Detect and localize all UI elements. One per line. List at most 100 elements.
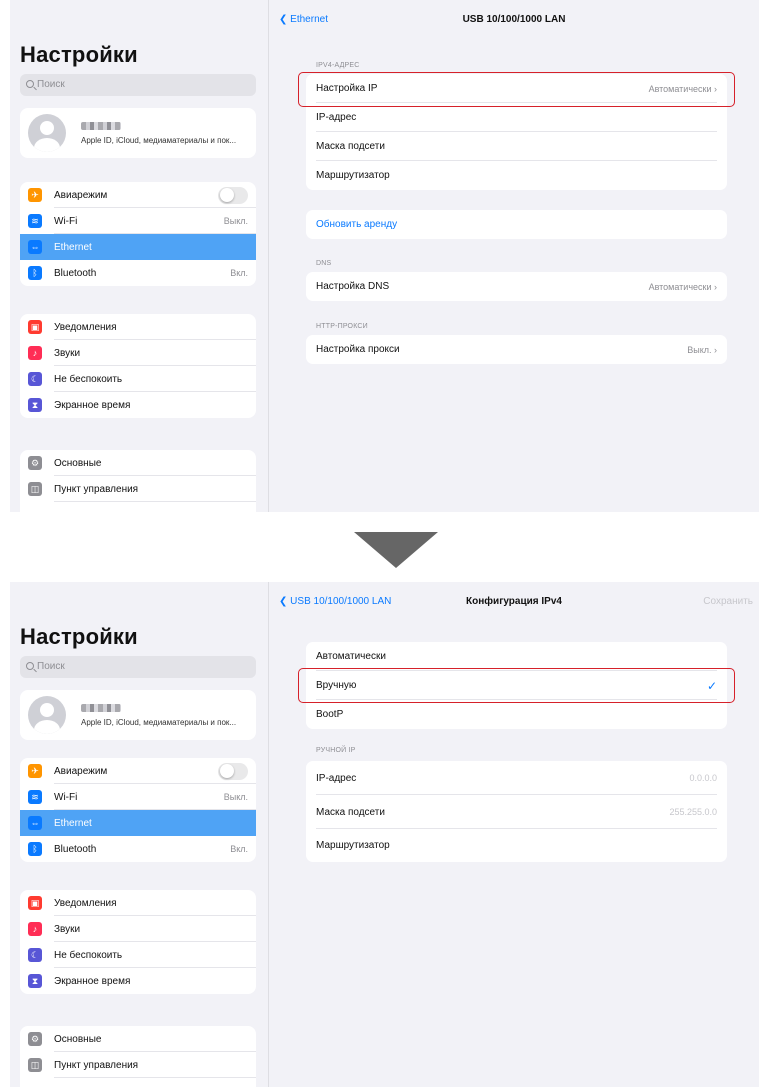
sounds-icon: ♪ <box>28 346 42 360</box>
manual-ip-group: IP-адрес 0.0.0.0 Маска подсети 255.255.0… <box>306 761 727 862</box>
option-label: Автоматически <box>316 651 386 662</box>
avatar <box>28 114 66 152</box>
sidebar-item-dnd[interactable]: ☾ Не беспокоить <box>20 942 256 968</box>
avatar <box>28 696 66 734</box>
notifications-icon: ▣ <box>28 320 42 334</box>
page-title: USB 10/100/1000 LAN <box>462 14 566 25</box>
row-label: Маска подсети <box>316 806 385 818</box>
router-field[interactable]: Маршрутизатор <box>306 829 727 862</box>
gear-icon: ⚙ <box>28 1032 42 1046</box>
sidebar-item-label: Ethernet <box>54 241 92 253</box>
sidebar-item-bluetooth[interactable]: ᛒ Bluetooth Вкл. <box>20 836 256 862</box>
search-placeholder: Поиск <box>37 79 65 90</box>
sidebar-item-control-center[interactable]: ◫ Пункт управления <box>20 476 256 502</box>
sidebar-item-label: Экранное время <box>54 975 131 987</box>
row-label: IP-адрес <box>316 112 357 123</box>
apple-id-card[interactable]: Apple ID, iCloud, медиаматериалы и пок..… <box>20 108 256 158</box>
screenshot-after: Настройки Поиск Apple ID, iCloud, медиам… <box>10 582 759 1087</box>
sidebar-item-control-center[interactable]: ◫ Пункт управления <box>20 1052 256 1078</box>
apple-id-subtitle: Apple ID, iCloud, медиаматериалы и пок..… <box>81 136 237 145</box>
airplane-toggle[interactable] <box>218 186 248 204</box>
airplane-toggle[interactable] <box>218 762 248 780</box>
renew-lease-label: Обновить аренду <box>316 219 398 230</box>
apple-id-subtitle: Apple ID, iCloud, медиаматериалы и пок..… <box>81 718 237 727</box>
wifi-icon: ≋ <box>28 214 42 228</box>
wifi-status: Выкл. <box>223 792 248 802</box>
sidebar-item-bluetooth[interactable]: ᛒ Bluetooth Вкл. <box>20 260 256 286</box>
sidebar-item-notifications[interactable]: ▣ Уведомления <box>20 314 256 340</box>
row-label: Маршрутизатор <box>316 170 390 181</box>
search-icon <box>26 662 34 670</box>
search-field[interactable]: Поиск <box>20 656 256 678</box>
sidebar-item-label: Уведомления <box>54 897 117 909</box>
sidebar-item-label: Пункт управления <box>54 1059 139 1071</box>
navigation-bar: ❮ USB 10/100/1000 LAN Конфигурация IPv4 … <box>269 582 759 622</box>
manual-ip-section-header: РУЧНОЙ IP <box>316 747 356 754</box>
ip-address-field[interactable]: IP-адрес 0.0.0.0 <box>306 761 727 795</box>
navigation-bar: ❮ Ethernet USB 10/100/1000 LAN <box>269 0 759 40</box>
sidebar-item-wifi[interactable]: ≋ Wi-Fi Выкл. <box>20 208 256 234</box>
hourglass-icon: ⧗ <box>28 974 42 988</box>
row-label: Настройка DNS <box>316 281 390 292</box>
configure-proxy-row[interactable]: Настройка прокси Выкл. › <box>306 335 727 364</box>
sidebar-item-label: Не беспокоить <box>54 373 123 385</box>
bluetooth-status: Вкл. <box>230 844 248 854</box>
sidebar-item-label: Звуки <box>54 923 81 935</box>
sidebar-item-airplane[interactable]: ✈ Авиарежим <box>20 758 256 784</box>
sidebar-item-label: Не беспокоить <box>54 949 123 961</box>
notifications-icon: ▣ <box>28 896 42 910</box>
settings-sidebar: Настройки Поиск Apple ID, iCloud, медиам… <box>10 582 269 1087</box>
blurred-account-name <box>81 122 121 130</box>
bluetooth-status: Вкл. <box>230 268 248 278</box>
subnet-mask-placeholder: 255.255.0.0 <box>669 807 717 817</box>
page-title: Конфигурация IPv4 <box>466 596 562 607</box>
renew-lease-button[interactable]: Обновить аренду <box>306 210 727 239</box>
sidebar-item-sounds[interactable]: ♪ Звуки <box>20 916 256 942</box>
option-automatic[interactable]: Автоматически <box>306 642 727 671</box>
configure-dns-row[interactable]: Настройка DNS Автоматически › <box>306 272 727 301</box>
airplane-icon: ✈ <box>28 188 42 202</box>
sidebar-item-ethernet[interactable]: ⇔ Ethernet <box>20 234 256 260</box>
subnet-mask-field[interactable]: Маска подсети 255.255.0.0 <box>306 795 727 829</box>
bluetooth-icon: ᛒ <box>28 266 42 280</box>
search-icon <box>26 80 34 88</box>
ethernet-icon: ⇔ <box>28 240 42 254</box>
save-button[interactable]: Сохранить <box>703 596 753 607</box>
sidebar-item-label: Основные <box>54 457 102 469</box>
blurred-account-name <box>81 704 121 712</box>
sidebar-item-screen-time[interactable]: ⧗ Экранное время <box>20 968 256 994</box>
sidebar-item-sounds[interactable]: ♪ Звуки <box>20 340 256 366</box>
sidebar-title: Настройки <box>20 624 138 649</box>
sidebar-group-connectivity: ✈ Авиарежим ≋ Wi-Fi Выкл. ⇔ Ethernet ᛒ B… <box>20 182 256 286</box>
row-value: Автоматически › <box>648 281 717 292</box>
sidebar-item-label: Основные <box>54 1033 102 1045</box>
control-center-icon: ◫ <box>28 482 42 496</box>
chevron-right-icon: › <box>714 281 717 292</box>
sidebar-item-label: Авиарежим <box>54 189 108 201</box>
row-label: Маршрутизатор <box>316 840 390 851</box>
detail-pane: ❮ Ethernet USB 10/100/1000 LAN IPV4-АДРЕ… <box>269 0 759 512</box>
sidebar-item-general[interactable]: ⚙ Основные <box>20 450 256 476</box>
option-bootp[interactable]: BootP <box>306 700 727 729</box>
sidebar-item-notifications[interactable]: ▣ Уведомления <box>20 890 256 916</box>
subnet-mask-row: Маска подсети <box>306 132 727 161</box>
search-field[interactable]: Поиск <box>20 74 256 96</box>
sidebar-item-label: Пункт управления <box>54 483 139 495</box>
sidebar-item-screen-time[interactable]: ⧗ Экранное время <box>20 392 256 418</box>
search-placeholder: Поиск <box>37 661 65 672</box>
sidebar-item-airplane[interactable]: ✈ Авиарежим <box>20 182 256 208</box>
sidebar-title: Настройки <box>20 42 138 67</box>
row-label: IP-адрес <box>316 772 357 784</box>
sidebar-item-dnd[interactable]: ☾ Не беспокоить <box>20 366 256 392</box>
control-center-icon: ◫ <box>28 1058 42 1072</box>
sidebar-item-label: Авиарежим <box>54 765 108 777</box>
sidebar-item-ethernet[interactable]: ⇔ Ethernet <box>20 810 256 836</box>
sidebar-item-wifi[interactable]: ≋ Wi-Fi Выкл. <box>20 784 256 810</box>
apple-id-card[interactable]: Apple ID, iCloud, медиаматериалы и пок..… <box>20 690 256 740</box>
sidebar-group-connectivity: ✈ Авиарежим ≋ Wi-Fi Выкл. ⇔ Ethernet ᛒ B… <box>20 758 256 862</box>
sidebar-item-label: Экранное время <box>54 399 131 411</box>
sidebar-item-general[interactable]: ⚙ Основные <box>20 1026 256 1052</box>
highlight-box <box>298 72 735 107</box>
proxy-section-header: HTTP-ПРОКСИ <box>316 323 368 330</box>
highlight-box <box>298 668 735 703</box>
